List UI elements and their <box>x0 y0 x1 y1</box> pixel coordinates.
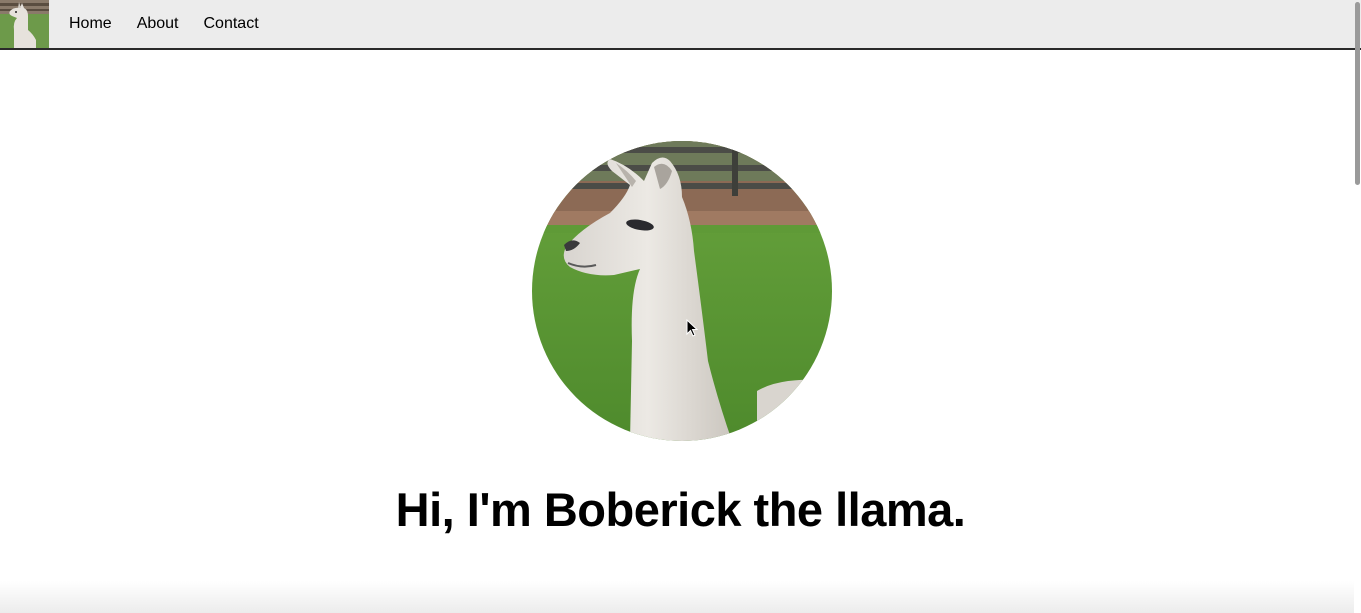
hero-title: Hi, I'm Boberick the llama. <box>395 483 966 536</box>
scrollbar-thumb[interactable] <box>1355 2 1360 185</box>
nav-link-home[interactable]: Home <box>69 15 112 33</box>
llama-portrait-image <box>532 141 832 441</box>
llama-logo-icon[interactable] <box>0 0 49 48</box>
nav-link-contact[interactable]: Contact <box>204 15 259 33</box>
top-navbar: Home About Contact <box>0 0 1361 50</box>
bottom-fade <box>0 581 1354 613</box>
nav-links: Home About Contact <box>69 0 284 48</box>
nav-link-about[interactable]: About <box>137 15 179 33</box>
mouse-cursor-icon <box>686 319 698 337</box>
